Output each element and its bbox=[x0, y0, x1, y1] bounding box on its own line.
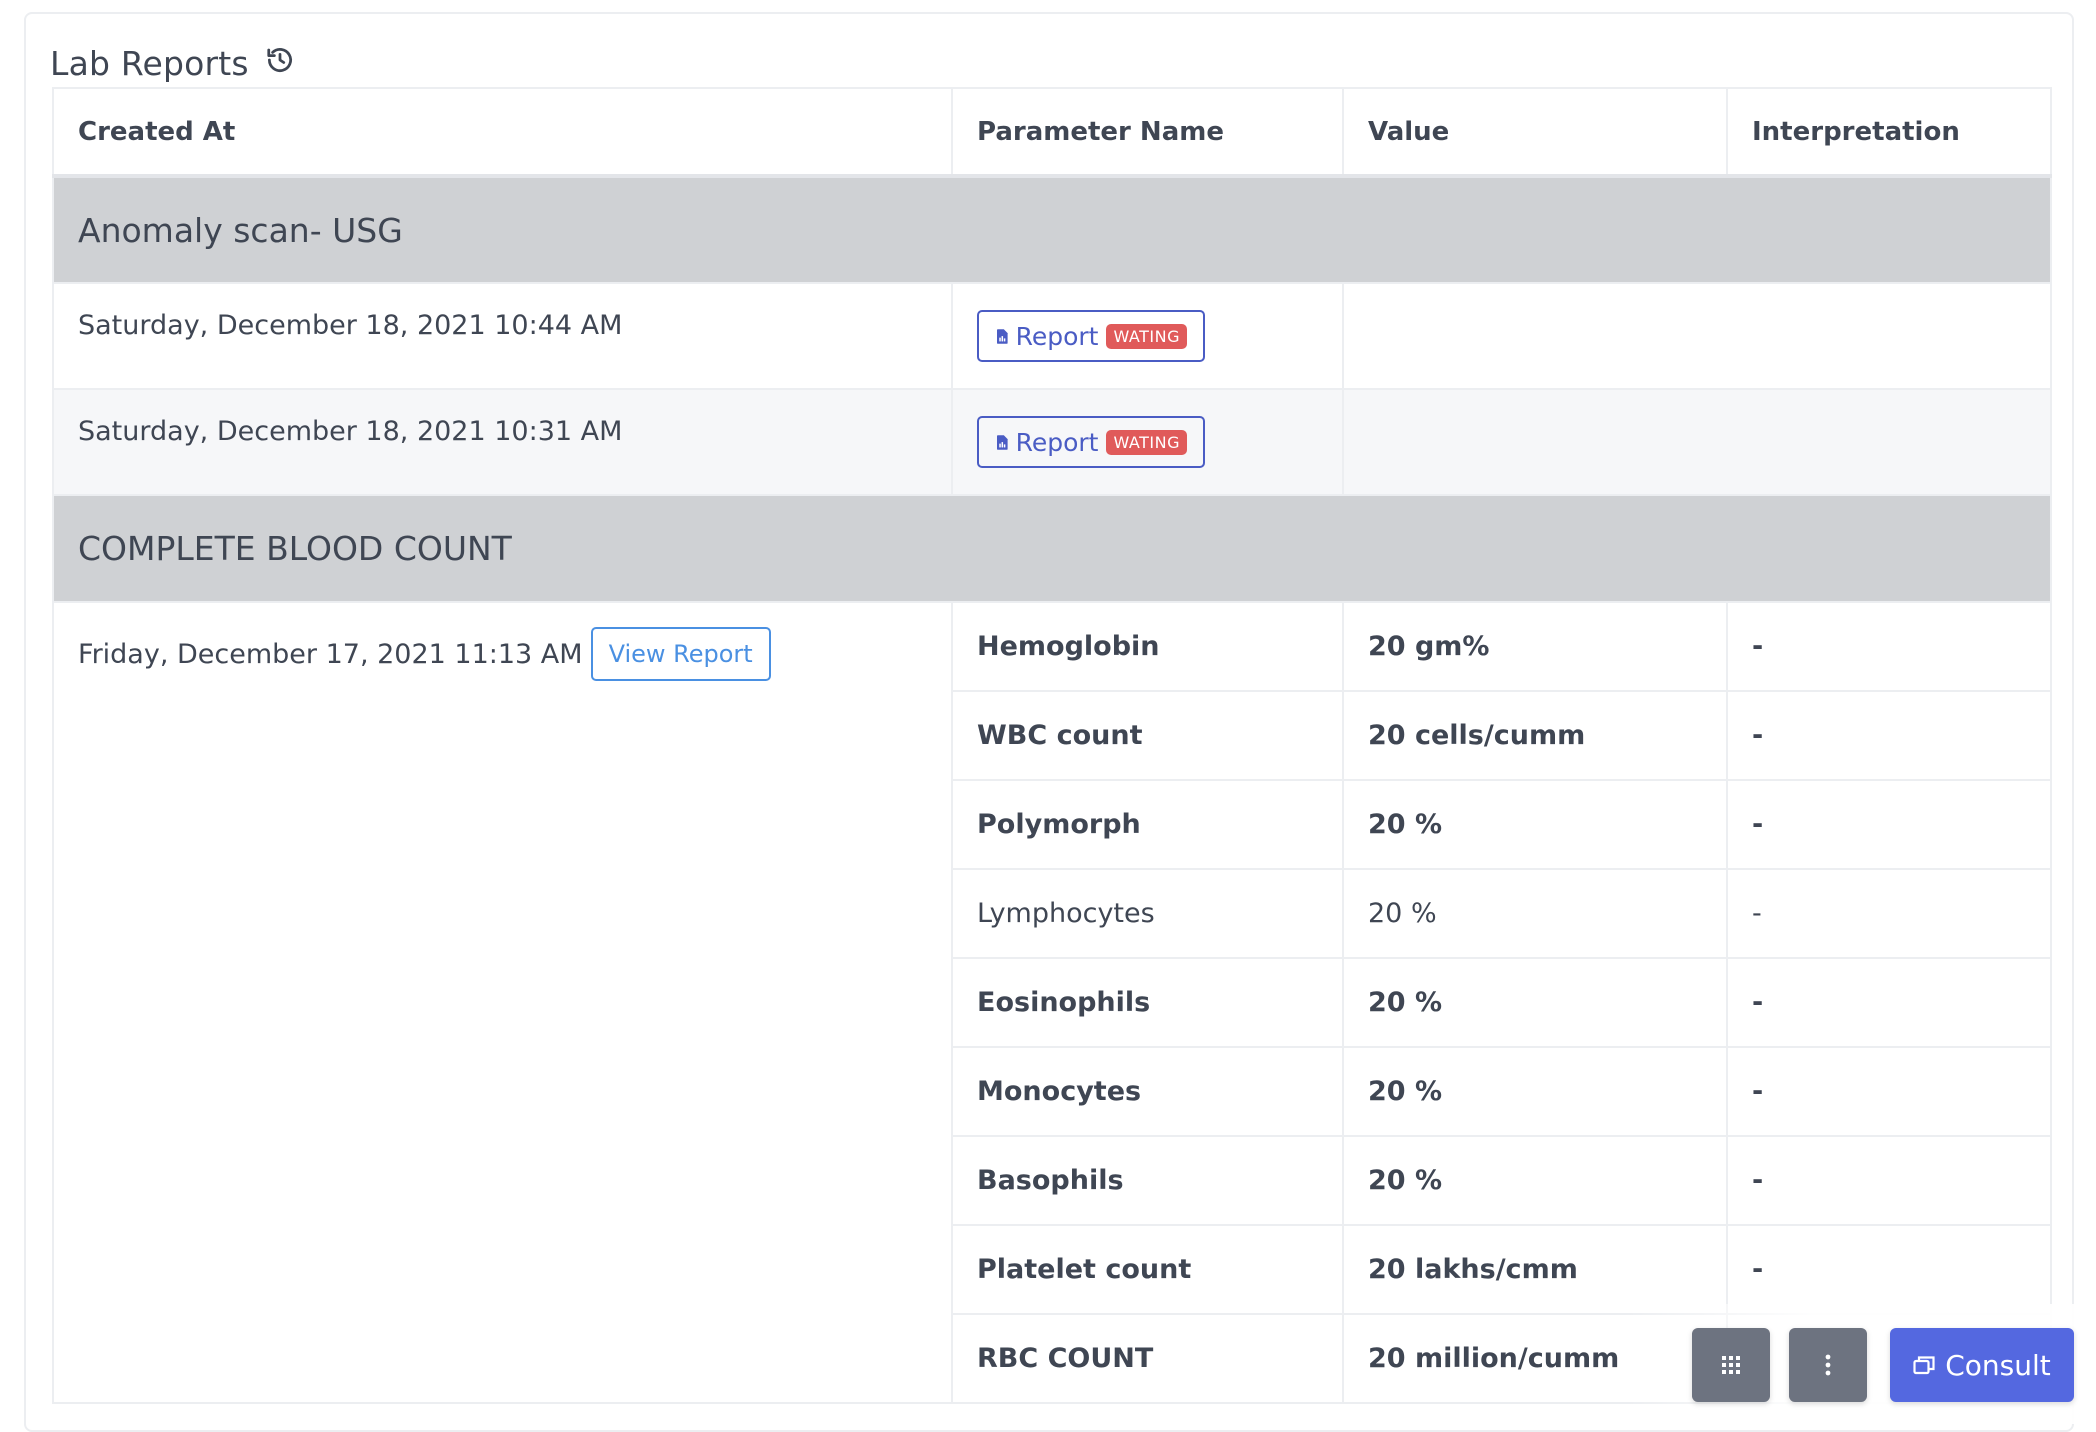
interpretation-cell: - bbox=[1726, 868, 2052, 959]
lab-reports-card: Lab Reports Created At Parameter Name Va… bbox=[24, 12, 2074, 1432]
interpretation-cell: - bbox=[1726, 1046, 2052, 1137]
value-cell: 20 % bbox=[1342, 868, 1728, 959]
status-badge: WATING bbox=[1106, 429, 1187, 455]
lab-reports-table: Created At Parameter Name Value Interpre… bbox=[52, 87, 2052, 1404]
apps-grid-button[interactable] bbox=[1692, 1328, 1770, 1402]
report-button-label: Report bbox=[1015, 427, 1099, 457]
header-interpretation: Interpretation bbox=[1726, 87, 2052, 178]
empty-cell bbox=[1342, 282, 2052, 390]
card-title: Lab Reports bbox=[50, 43, 249, 83]
interpretation-cell: - bbox=[1726, 1224, 2052, 1315]
created-at-cell: Friday, December 17, 2021 11:13 AM View … bbox=[52, 601, 953, 1404]
value-cell: 20 lakhs/cmm bbox=[1342, 1224, 1728, 1315]
empty-cell bbox=[1342, 388, 2052, 496]
parameter-name-cell: Monocytes bbox=[951, 1046, 1344, 1137]
consult-label: Consult bbox=[1945, 1348, 2051, 1382]
interpretation-cell: - bbox=[1726, 690, 2052, 781]
parameter-name-cell: Eosinophils bbox=[951, 957, 1344, 1048]
interpretation-cell: - bbox=[1726, 1135, 2052, 1226]
report-button-cell: Report WATING bbox=[951, 388, 1344, 496]
created-at-cell: Saturday, December 18, 2021 10:44 AM bbox=[52, 282, 953, 390]
header-parameter-name: Parameter Name bbox=[951, 87, 1344, 178]
group-title: COMPLETE BLOOD COUNT bbox=[52, 494, 2052, 603]
value-cell: 20 % bbox=[1342, 1046, 1728, 1137]
consult-button[interactable]: Consult bbox=[1890, 1328, 2074, 1402]
parameter-name-cell: Lymphocytes bbox=[951, 868, 1344, 959]
report-button-label: Report bbox=[1015, 321, 1099, 351]
apps-grid-icon bbox=[1722, 1356, 1740, 1374]
created-at-cell: Saturday, December 18, 2021 10:31 AM bbox=[52, 388, 953, 496]
lab-reports-table-wrap: Created At Parameter Name Value Interpre… bbox=[52, 87, 2052, 1430]
table-row: Saturday, December 18, 2021 10:31 AM Rep… bbox=[52, 388, 2052, 496]
parameter-name-cell: Platelet count bbox=[951, 1224, 1344, 1315]
table-header-row: Created At Parameter Name Value Interpre… bbox=[52, 87, 2052, 178]
value-cell: 20 % bbox=[1342, 1135, 1728, 1226]
header-created-at: Created At bbox=[52, 87, 953, 178]
history-icon[interactable] bbox=[265, 45, 295, 75]
interpretation-cell: - bbox=[1726, 957, 2052, 1048]
parameter-name-cell: Basophils bbox=[951, 1135, 1344, 1226]
interpretation-cell: - bbox=[1726, 601, 2052, 692]
group-title: Anomaly scan- USG bbox=[52, 175, 2052, 284]
document-chart-icon bbox=[997, 328, 1008, 344]
more-vertical-icon bbox=[1825, 1354, 1831, 1376]
date-line: Friday, December 17, 2021 11:13 AM View … bbox=[78, 627, 927, 681]
group-row-complete-blood-count: COMPLETE BLOOD COUNT bbox=[52, 494, 2052, 603]
group-row-anomaly-scan: Anomaly scan- USG bbox=[52, 175, 2052, 284]
status-badge: WATING bbox=[1106, 323, 1187, 349]
interpretation-cell: - bbox=[1726, 779, 2052, 870]
created-at-text: Friday, December 17, 2021 11:13 AM bbox=[78, 638, 583, 670]
value-cell: 20 % bbox=[1342, 779, 1728, 870]
report-button[interactable]: Report WATING bbox=[977, 310, 1205, 362]
parameter-name-cell: WBC count bbox=[951, 690, 1344, 781]
value-cell: 20 gm% bbox=[1342, 601, 1728, 692]
header-value: Value bbox=[1342, 87, 1728, 178]
view-report-button[interactable]: View Report bbox=[590, 627, 771, 681]
value-cell: 20 % bbox=[1342, 957, 1728, 1048]
window-restore-icon bbox=[1913, 1356, 1935, 1375]
parameter-name-cell: Hemoglobin bbox=[951, 601, 1344, 692]
table-row: Friday, December 17, 2021 11:13 AM View … bbox=[52, 601, 2052, 1404]
parameter-name-cell: RBC COUNT bbox=[951, 1313, 1344, 1404]
table-row: Saturday, December 18, 2021 10:44 AM Rep… bbox=[52, 282, 2052, 390]
more-options-button[interactable] bbox=[1789, 1328, 1867, 1402]
report-button[interactable]: Report WATING bbox=[977, 416, 1205, 468]
report-button-cell: Report WATING bbox=[951, 282, 1344, 390]
parameter-name-cell: Polymorph bbox=[951, 779, 1344, 870]
document-chart-icon bbox=[997, 434, 1008, 450]
value-cell: 20 cells/cumm bbox=[1342, 690, 1728, 781]
